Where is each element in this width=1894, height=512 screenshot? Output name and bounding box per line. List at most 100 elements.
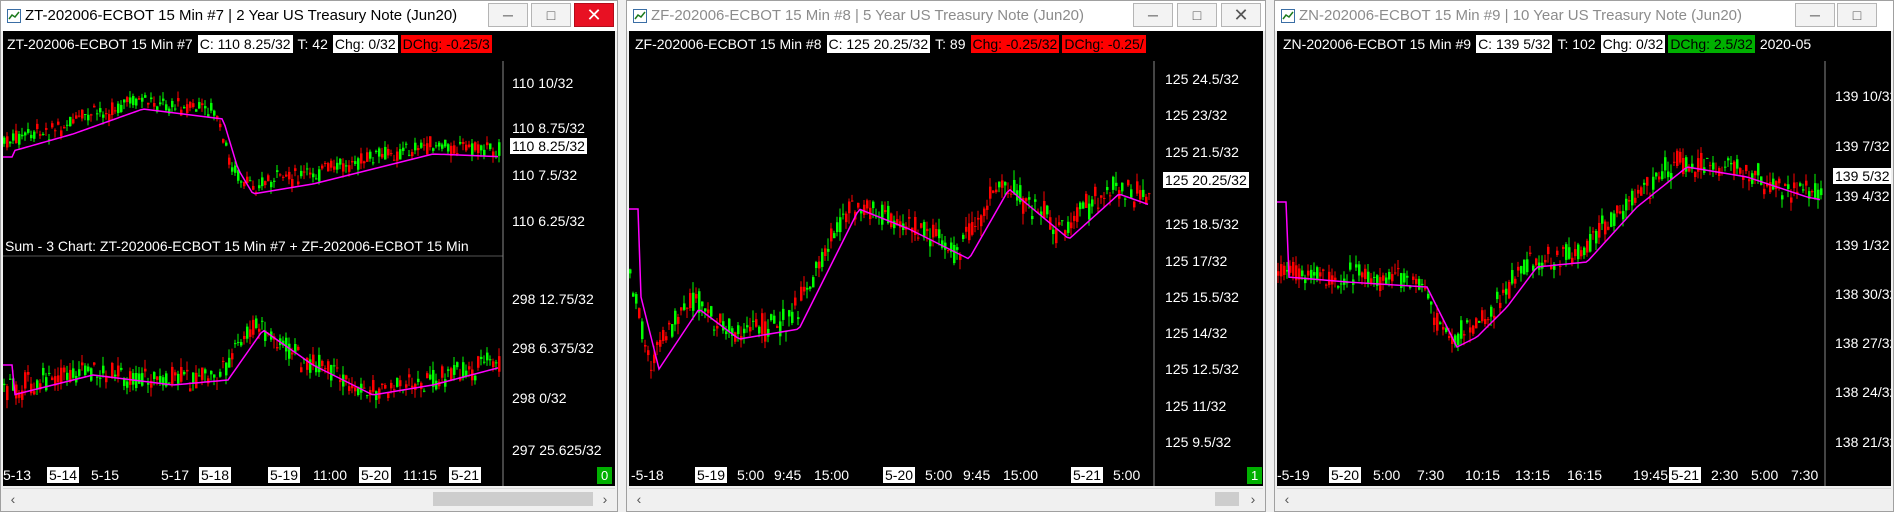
candle-body xyxy=(638,308,641,318)
candle-body xyxy=(770,314,773,321)
candle-body xyxy=(1124,198,1127,200)
minimize-button[interactable]: ─ xyxy=(1133,3,1173,27)
candle-body xyxy=(1625,198,1628,211)
title-bar[interactable]: ZF-202006-ECBOT 15 Min #8 | 5 Year US Tr… xyxy=(627,1,1265,31)
candle-body xyxy=(920,223,923,228)
candle-body xyxy=(381,383,384,385)
x-axis-date-label: 5-14 xyxy=(47,467,80,483)
candle-body xyxy=(809,286,812,289)
chart-window-zf[interactable]: ZF-202006-ECBOT 15 Min #8 | 5 Year US Tr… xyxy=(626,0,1266,512)
candle-body xyxy=(962,234,965,240)
candle-body xyxy=(249,329,252,337)
candle-body xyxy=(96,376,99,378)
price-chart-zt[interactable]: ZT-202006-ECBOT 15 Min #7 C: 110 8.25/32… xyxy=(3,31,615,486)
candle-body xyxy=(69,116,72,127)
y-axis-label: 138 21/32 xyxy=(1835,434,1891,450)
close-button[interactable]: ✕ xyxy=(574,3,614,27)
maximize-button[interactable]: □ xyxy=(531,3,571,27)
candle-body xyxy=(96,113,99,115)
y-axis-label: 138 30/32 xyxy=(1835,286,1891,302)
candle-body xyxy=(138,373,141,384)
candle-body xyxy=(210,102,213,111)
minimize-button[interactable]: ─ xyxy=(1795,3,1835,27)
candle-body xyxy=(1046,205,1049,215)
candle-body xyxy=(641,321,644,340)
scroll-left-icon[interactable]: ‹ xyxy=(631,491,647,507)
price-chart-zn[interactable]: ZN-202006-ECBOT 15 Min #9 C: 139 5/32 T:… xyxy=(1277,31,1891,486)
scroll-left-icon[interactable]: ‹ xyxy=(1279,491,1295,507)
maximize-button[interactable]: □ xyxy=(1177,3,1217,27)
title-bar[interactable]: ZT-202006-ECBOT 15 Min #7 | 2 Year US Tr… xyxy=(1,1,617,31)
candle-body xyxy=(1088,203,1091,220)
title-bar[interactable]: ZN-202006-ECBOT 15 Min #9 | 10 Year US T… xyxy=(1275,1,1893,31)
horizontal-scrollbar[interactable]: ‹ › xyxy=(3,488,615,509)
candle-body xyxy=(420,382,423,390)
candle-body xyxy=(81,362,84,366)
chart-window-zn[interactable]: ZN-202006-ECBOT 15 Min #9 | 10 Year US T… xyxy=(1274,0,1894,512)
scroll-left-icon[interactable]: ‹ xyxy=(5,491,21,507)
candle-body xyxy=(917,237,920,239)
candle-body xyxy=(153,103,156,107)
candle-body xyxy=(12,133,15,141)
candle-body xyxy=(117,365,120,377)
horizontal-scrollbar[interactable]: ‹ xyxy=(1277,488,1891,509)
candle-body xyxy=(1463,334,1466,336)
candle-body xyxy=(1322,269,1325,271)
candle-body xyxy=(129,371,132,385)
candle-body xyxy=(1331,275,1334,285)
candle-body xyxy=(291,179,294,188)
candle-body xyxy=(234,343,237,345)
candle-body xyxy=(456,153,459,155)
close-button[interactable]: ✕ xyxy=(1221,3,1261,27)
price-chart-zf[interactable]: ZF-202006-ECBOT 15 Min #8 C: 125 20.25/3… xyxy=(629,31,1263,486)
candle-body xyxy=(24,132,27,136)
chart-icon xyxy=(633,9,647,23)
candle-body xyxy=(983,208,986,216)
candle-body xyxy=(267,175,270,182)
candle-body xyxy=(345,375,348,380)
candle-body xyxy=(312,173,315,178)
candle-body xyxy=(87,366,90,372)
candle-body xyxy=(1103,197,1106,199)
y-axis-label: 138 27/32 xyxy=(1835,335,1891,351)
candle-body xyxy=(1817,189,1820,200)
scroll-right-icon[interactable]: › xyxy=(1245,491,1261,507)
candle-body xyxy=(1367,271,1370,285)
candle-body xyxy=(366,395,369,397)
scroll-thumb[interactable] xyxy=(1215,492,1239,506)
price-plot[interactable] xyxy=(1277,31,1891,486)
candle-body xyxy=(429,374,432,380)
candle-body xyxy=(468,366,471,370)
chart-window-zt[interactable]: ZT-202006-ECBOT 15 Min #7 | 2 Year US Tr… xyxy=(0,0,618,512)
scroll-thumb[interactable] xyxy=(433,492,593,506)
candle-body xyxy=(671,323,674,337)
candle-body xyxy=(1106,186,1109,191)
candle-body xyxy=(665,336,668,341)
candle-body xyxy=(1652,176,1655,190)
maximize-button[interactable]: □ xyxy=(1837,3,1877,27)
candle-body xyxy=(483,149,486,157)
candle-body xyxy=(1604,221,1607,235)
candle-body xyxy=(390,153,393,155)
candle-body xyxy=(36,123,39,129)
candle-body xyxy=(192,103,195,108)
scroll-right-icon[interactable]: › xyxy=(597,491,613,507)
x-axis-label: 5-13 xyxy=(3,467,32,483)
minimize-button[interactable]: ─ xyxy=(488,3,528,27)
candle-body xyxy=(405,384,408,388)
candle-body xyxy=(1448,335,1451,338)
candle-body xyxy=(761,313,764,335)
candle-body xyxy=(228,357,231,368)
price-plot[interactable] xyxy=(3,31,615,486)
candle-body xyxy=(78,115,81,117)
window-title: ZF-202006-ECBOT 15 Min #8 | 5 Year US Tr… xyxy=(651,7,1084,24)
candle-body xyxy=(935,228,938,237)
candle-body xyxy=(1745,164,1748,172)
horizontal-scrollbar[interactable]: ‹ › xyxy=(629,488,1263,509)
candle-body xyxy=(1442,327,1445,330)
candle-body xyxy=(965,226,968,232)
candle-body xyxy=(147,383,150,385)
candle-body xyxy=(1757,163,1760,176)
x-axis-label: 5-17 xyxy=(161,467,190,483)
candle-body xyxy=(57,121,60,125)
